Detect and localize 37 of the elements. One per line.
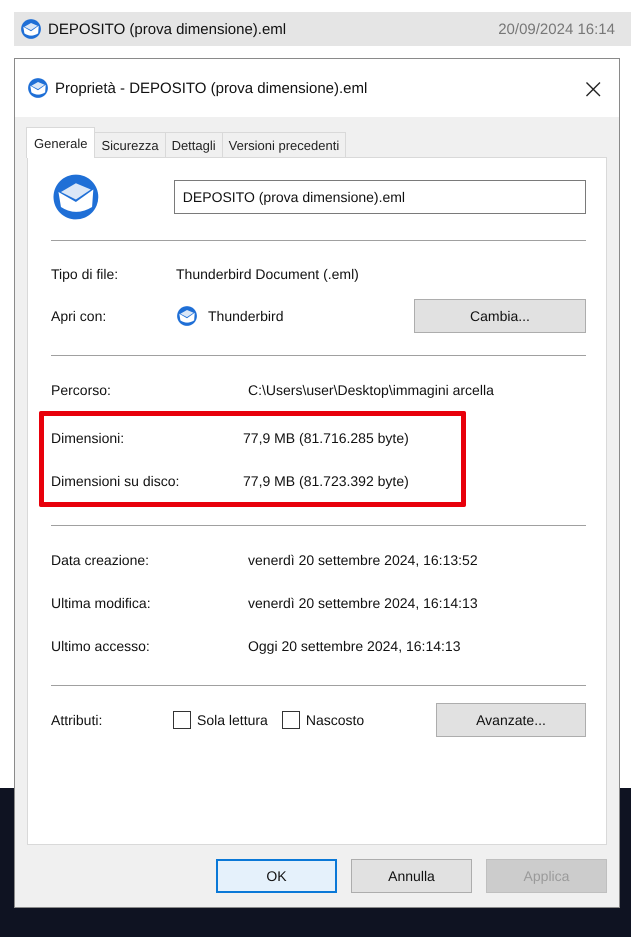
dialog-button[interactable]: Annulla [351, 859, 472, 893]
thunderbird-icon [27, 77, 49, 99]
thunderbird-icon [20, 18, 42, 40]
file-name-field[interactable]: DEPOSITO (prova dimensione).eml [174, 180, 586, 214]
field-value: Thunderbird Document (.eml) [176, 266, 360, 282]
field-label: Ultima modifica: [51, 594, 152, 610]
thunderbird-icon [51, 172, 101, 222]
checkbox-label: Nascosto [306, 712, 364, 728]
change-button[interactable]: Cambia... [414, 299, 586, 333]
field-value: venerdì 20 settembre 2024, 16:14:13 [248, 594, 479, 610]
tab[interactable]: Generale [26, 127, 96, 158]
field-label: Percorso: [51, 382, 112, 398]
file-list-row[interactable]: DEPOSITO (prova dimensione).eml 20/09/2024 16:14 [14, 12, 631, 46]
field-value: 77,9 MB (81.716.285 byte) [243, 430, 410, 446]
dialog-button[interactable]: OK [216, 859, 337, 893]
field-label: Dimensioni su disco: [51, 472, 180, 488]
field-value: venerdì 20 settembre 2024, 16:13:52 [248, 552, 479, 568]
field-label: Data creazione: [51, 552, 150, 568]
checkbox[interactable] [282, 711, 300, 729]
field-value: Oggi 20 settembre 2024, 16:14:13 [248, 638, 462, 654]
file-name: DEPOSITO (prova dimensione).eml [48, 20, 288, 38]
field-label: Attributi: [51, 712, 104, 728]
checkbox-label: Sola lettura [197, 712, 268, 728]
thunderbird-icon [176, 305, 198, 327]
field-label: Dimensioni: [51, 430, 126, 446]
app-name: Thunderbird [208, 308, 284, 324]
window-title: Proprietà - DEPOSITO (prova dimensione).eml [55, 80, 368, 96]
close-button[interactable]: × [576, 72, 611, 104]
field-value: C:\Users\user\Desktop\immagini arcella [248, 382, 495, 398]
field-label: Ultimo accesso: [51, 638, 151, 654]
field-label: Tipo di file: [51, 266, 120, 282]
checkbox[interactable] [173, 711, 191, 729]
advanced-button[interactable]: Avanzate... [436, 703, 586, 737]
field-label: Apri con: [51, 308, 108, 324]
tab[interactable]: Versioni precedenti [222, 132, 346, 157]
field-value: 77,9 MB (81.723.392 byte) [243, 472, 410, 488]
file-date: 20/09/2024 16:14 [498, 20, 615, 38]
